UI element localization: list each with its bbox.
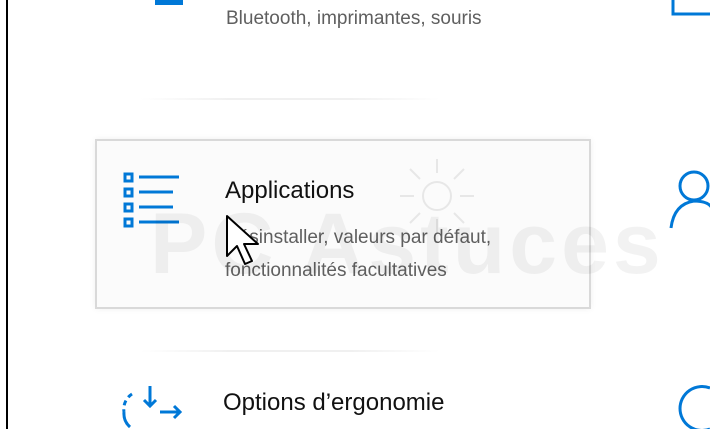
tile-applications-description: Désinstaller, valeurs par défaut, foncti… <box>225 221 570 287</box>
tile-ease-of-access[interactable]: Options d’ergonomie <box>95 350 595 429</box>
tile-devices-description: Bluetooth, imprimantes, souris <box>226 8 482 29</box>
keyboard-icon <box>155 0 183 5</box>
tile-applications-title: Applications <box>225 177 355 204</box>
tile-devices[interactable]: Bluetooth, imprimantes, souris <box>95 0 595 90</box>
tile-applications-description-line1: Désinstaller, valeurs par défaut, <box>225 227 492 248</box>
apps-list-icon <box>123 172 179 228</box>
settings-page: Bluetooth, imprimantes, souris Applicati… <box>0 0 710 429</box>
tile-applications-description-line2: fonctionnalités facultatives <box>225 260 447 281</box>
search-circle-icon <box>678 385 710 429</box>
window-left-border <box>0 0 8 429</box>
device-icon <box>671 0 710 16</box>
ease-of-access-icon <box>122 386 183 429</box>
tile-applications[interactable]: Applications Désinstaller, valeurs par d… <box>95 139 591 309</box>
divider <box>140 98 440 100</box>
accounts-person-icon <box>669 170 710 229</box>
tile-ease-of-access-title: Options d’ergonomie <box>223 389 445 416</box>
